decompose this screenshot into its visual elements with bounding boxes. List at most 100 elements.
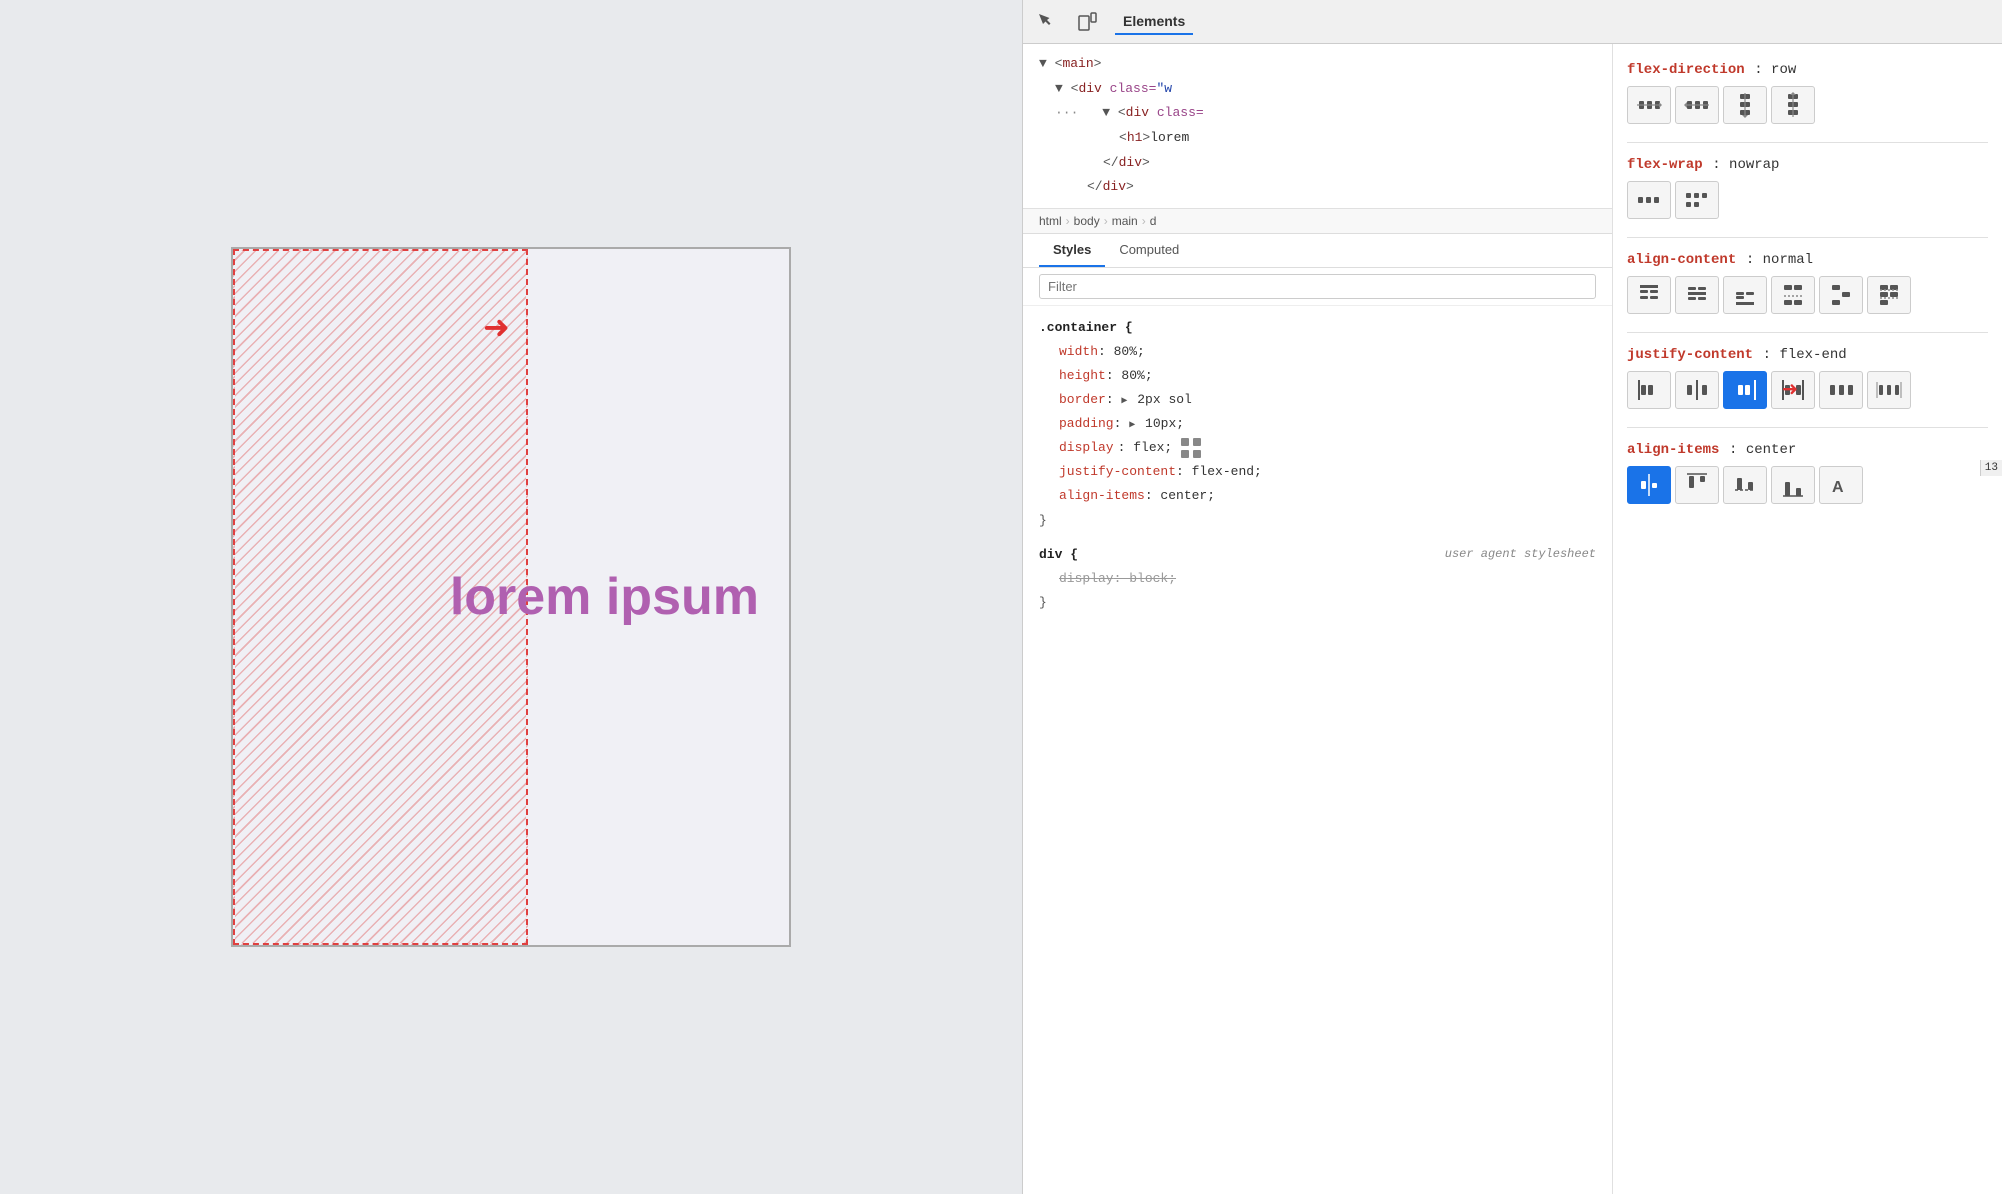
tree-line-main[interactable]: ▼ <main> [1039, 52, 1596, 77]
css-selector-div[interactable]: div { [1039, 547, 1078, 562]
flex-direction-value: : row [1754, 62, 1796, 78]
tab-styles[interactable]: Styles [1039, 234, 1105, 267]
justify-content-section: justify-content : flex-end [1627, 345, 1988, 409]
css-selector-container[interactable]: .container { [1039, 320, 1133, 335]
ac-btn-4[interactable] [1771, 276, 1815, 314]
flex-wrap-label: flex-wrap [1627, 157, 1703, 173]
justify-content-buttons: ➜ [1627, 371, 1988, 409]
flex-direction-label: flex-direction [1627, 62, 1745, 78]
jc-btn-4[interactable] [1771, 371, 1815, 409]
align-content-header: align-content : normal [1627, 250, 1988, 268]
flex-wrap-buttons [1627, 181, 1988, 219]
ai-btn-4[interactable] [1771, 466, 1815, 504]
css-rule-div: div { user agent stylesheet display: blo… [1039, 543, 1596, 615]
jc-btn-5[interactable] [1819, 371, 1863, 409]
flex-icon-inline[interactable] [1180, 437, 1202, 459]
divider-2 [1627, 237, 1988, 238]
breadcrumb: html › body › main › d [1023, 209, 1612, 234]
ai-btn-5[interactable]: A [1819, 466, 1863, 504]
bc-sep2: › [1104, 214, 1108, 228]
divider-3 [1627, 332, 1988, 333]
css-prop-width[interactable]: width: 80%; [1059, 340, 1596, 364]
style-tabs: Styles Computed [1023, 234, 1612, 268]
ac-btn-3[interactable] [1723, 276, 1767, 314]
ai-btn-2[interactable] [1675, 466, 1719, 504]
fd-row-btn[interactable] [1627, 86, 1671, 124]
css-prop-display-div[interactable]: display: block; [1059, 567, 1596, 591]
css-prop-border[interactable]: border: ▶ 2px sol [1059, 388, 1596, 412]
css-prop-display[interactable]: display: flex; [1059, 436, 1596, 460]
devtools-left: ▼ <main> ▼ <div class="w ··· ▼ <div clas… [1023, 44, 1612, 1194]
bc-html[interactable]: html [1039, 214, 1062, 228]
devtools-header: Elements [1023, 0, 2002, 44]
jc-btn-1[interactable] [1627, 371, 1671, 409]
justify-content-label: justify-content [1627, 347, 1753, 363]
css-rule-container: .container { width: 80%; height: 80%; bo… [1039, 316, 1596, 532]
align-content-label: align-content [1627, 252, 1736, 268]
divider-4 [1627, 427, 1988, 428]
device-icon[interactable] [1075, 10, 1099, 34]
filter-bar [1023, 268, 1612, 306]
elements-tab[interactable]: Elements [1115, 9, 1193, 35]
fd-col-btn[interactable] [1723, 86, 1767, 124]
bc-sep3: › [1142, 214, 1146, 228]
tree-line-h1[interactable]: <h1>lorem [1119, 126, 1596, 151]
css-prop-height[interactable]: height: 80%; [1059, 364, 1596, 388]
flex-wrap-section: flex-wrap : nowrap [1627, 155, 1988, 219]
tree-line-div1[interactable]: ▼ <div class="w [1055, 77, 1596, 102]
preview-area: ➜ lorem ipsum [0, 0, 1022, 1194]
flex-wrap-header: flex-wrap : nowrap [1627, 155, 1988, 173]
align-items-value: : center [1729, 442, 1796, 458]
align-items-label: align-items [1627, 442, 1719, 458]
align-content-section: align-content : normal [1627, 250, 1988, 314]
ac-btn-5[interactable] [1819, 276, 1863, 314]
devtools-content: ▼ <main> ▼ <div class="w ··· ▼ <div clas… [1023, 44, 2002, 1194]
justify-content-header: justify-content : flex-end [1627, 345, 1988, 363]
css-prop-padding[interactable]: padding: ▶ 10px; [1059, 412, 1596, 436]
flex-direction-section: flex-direction : row [1627, 60, 1988, 124]
flex-wrap-value: : nowrap [1712, 157, 1779, 173]
ac-btn-6[interactable] [1867, 276, 1911, 314]
align-content-value: : normal [1746, 252, 1813, 268]
filter-input[interactable] [1039, 274, 1596, 299]
devtools-panel: Elements ▼ <main> ▼ <div class="w ··· ▼ [1022, 0, 2002, 1194]
preview-container: ➜ lorem ipsum [231, 247, 791, 947]
inspect-icon[interactable] [1035, 10, 1059, 34]
ac-btn-1[interactable] [1627, 276, 1671, 314]
bc-main[interactable]: main [1112, 214, 1138, 228]
html-tree: ▼ <main> ▼ <div class="w ··· ▼ <div clas… [1023, 44, 1612, 209]
tree-line-closediv1[interactable]: </div> [1103, 151, 1596, 176]
justify-content-value: : flex-end [1763, 347, 1847, 363]
css-prop-align[interactable]: align-items: center; [1059, 484, 1596, 508]
scrollbar-number: 13 [1980, 460, 2002, 476]
flex-direction-buttons [1627, 86, 1988, 124]
preview-arrow: ➜ [483, 311, 510, 343]
jc-btn-6[interactable] [1867, 371, 1911, 409]
ai-btn-3[interactable] [1723, 466, 1767, 504]
preview-text: lorem ipsum [450, 567, 759, 627]
bc-d[interactable]: d [1150, 214, 1157, 228]
css-rules: .container { width: 80%; height: 80%; bo… [1023, 306, 1612, 1194]
align-items-header: align-items : center [1627, 440, 1988, 458]
user-agent-label: user agent stylesheet [1445, 543, 1596, 565]
divider-1 [1627, 142, 1988, 143]
jc-btn-2[interactable] [1675, 371, 1719, 409]
align-items-section: align-items : center [1627, 440, 1988, 504]
fw-wrap-btn[interactable] [1675, 181, 1719, 219]
bc-sep1: › [1066, 214, 1070, 228]
bc-body[interactable]: body [1074, 214, 1100, 228]
tree-line-closediv2[interactable]: </div> [1087, 175, 1596, 200]
tab-computed[interactable]: Computed [1105, 234, 1193, 267]
css-prop-justify[interactable]: justify-content: flex-end; [1059, 460, 1596, 484]
ac-btn-2[interactable] [1675, 276, 1719, 314]
align-items-buttons: A [1627, 466, 1988, 504]
align-content-buttons [1627, 276, 1988, 314]
fw-nowrap-btn[interactable] [1627, 181, 1671, 219]
svg-text:A: A [1832, 479, 1844, 496]
tree-line-ellipsis: ··· ▼ <div class= [1055, 101, 1596, 126]
fd-row-reverse-btn[interactable] [1675, 86, 1719, 124]
jc-btn-3[interactable] [1723, 371, 1767, 409]
flex-panel: flex-direction : row [1612, 44, 2002, 1194]
fd-col-reverse-btn[interactable] [1771, 86, 1815, 124]
ai-btn-1[interactable] [1627, 466, 1671, 504]
